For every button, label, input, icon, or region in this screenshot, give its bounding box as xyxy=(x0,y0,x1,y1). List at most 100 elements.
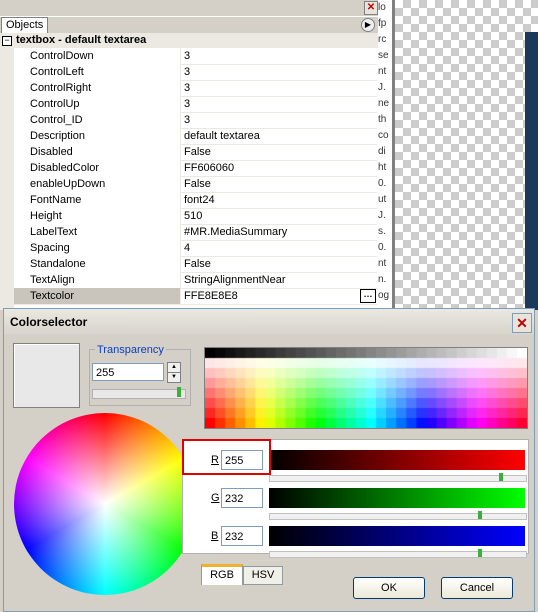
property-name: ControlRight xyxy=(14,80,181,96)
channel-gradient-r[interactable] xyxy=(269,450,525,470)
property-row[interactable]: ControlUp 3 xyxy=(14,96,377,113)
property-row[interactable]: DisabledColor FF606060 xyxy=(14,160,377,177)
strip-text: ne xyxy=(378,98,390,109)
property-value[interactable]: #MR.MediaSummary xyxy=(181,224,374,240)
collapse-icon[interactable]: − xyxy=(2,36,12,46)
property-row[interactable]: Textcolor FFE8E8E8 xyxy=(14,288,377,305)
channel-input-g[interactable]: 232 xyxy=(221,488,263,508)
tab-objects[interactable]: Objects xyxy=(1,17,49,33)
ellipsis-button[interactable]: … xyxy=(360,289,376,303)
property-row[interactable]: ControlRight 3 xyxy=(14,80,377,97)
property-value[interactable]: False xyxy=(181,256,374,272)
strip-text: og xyxy=(378,290,390,301)
property-row[interactable]: Description default textarea xyxy=(14,128,377,145)
dialog-title: Colorselector xyxy=(10,315,88,329)
channel-label: G xyxy=(211,492,220,504)
property-row[interactable]: FontName font24 xyxy=(14,192,377,209)
property-name: Height xyxy=(14,208,181,224)
property-row[interactable]: LabelText #MR.MediaSummary xyxy=(14,224,377,241)
property-gutter xyxy=(0,48,14,310)
property-row[interactable]: Disabled False xyxy=(14,144,377,161)
strip-text: nt xyxy=(378,66,387,77)
channel-slider-thumb[interactable] xyxy=(499,473,503,481)
property-row[interactable]: enableUpDown False xyxy=(14,176,377,193)
strip-text: th xyxy=(378,114,387,125)
objects-titlebar: ✕ xyxy=(0,0,378,16)
property-row[interactable]: ControlDown 3 xyxy=(14,48,377,65)
property-value[interactable]: 3 xyxy=(181,64,374,80)
property-value[interactable]: False xyxy=(181,144,374,160)
property-row[interactable]: ControlLeft 3 xyxy=(14,64,377,81)
channel-slider-thumb[interactable] xyxy=(478,549,482,557)
property-name: Control_ID xyxy=(14,112,181,128)
transparency-label: Transparency xyxy=(95,344,166,356)
channel-input-b[interactable]: 232 xyxy=(221,526,263,546)
property-value[interactable]: 4 xyxy=(181,240,374,256)
property-row[interactable]: Spacing 4 xyxy=(14,240,377,257)
strip-text: di xyxy=(378,146,386,157)
spin-down-icon[interactable]: ▼ xyxy=(167,372,181,383)
property-row[interactable]: TextAlign StringAlignmentNear xyxy=(14,272,377,289)
strip-text: n. xyxy=(378,274,387,285)
property-value[interactable]: StringAlignmentNear xyxy=(181,272,374,288)
close-icon[interactable]: ✕ xyxy=(512,313,532,333)
property-value[interactable]: FFE8E8E8 xyxy=(181,288,374,304)
transparency-spinner[interactable]: ▲ ▼ xyxy=(167,362,181,383)
canvas-element xyxy=(525,32,538,310)
channel-gradient-b[interactable] xyxy=(269,526,525,546)
property-group-title: textbox - default textarea xyxy=(16,34,147,46)
strip-text: se xyxy=(378,50,389,61)
ok-button[interactable]: OK xyxy=(353,577,425,599)
property-name: TextAlign xyxy=(14,272,181,288)
channel-label: B xyxy=(211,530,219,542)
color-palette[interactable] xyxy=(204,347,528,429)
property-value[interactable]: 3 xyxy=(181,80,374,96)
property-name: ControlDown xyxy=(14,48,181,64)
objects-tabbar: Objects ▶ xyxy=(0,17,378,34)
property-row[interactable]: Standalone False xyxy=(14,256,377,273)
property-name: Disabled xyxy=(14,144,181,160)
property-name: ControlLeft xyxy=(14,64,181,80)
transparency-slider[interactable] xyxy=(92,389,186,399)
strip-text: J. xyxy=(378,82,386,93)
tab-scroll-arrow-icon[interactable]: ▶ xyxy=(361,18,375,32)
tab-hsv[interactable]: HSV xyxy=(243,566,283,585)
color-preview xyxy=(13,343,80,408)
strip-text: fp xyxy=(378,18,387,29)
channel-slider-b[interactable] xyxy=(269,551,527,558)
property-value[interactable]: 510 xyxy=(181,208,374,224)
tab-rgb[interactable]: RGB xyxy=(201,564,243,585)
strip-text: co xyxy=(378,130,389,141)
dialog-titlebar: Colorselector ✕ xyxy=(4,309,534,335)
channel-slider-thumb[interactable] xyxy=(478,511,482,519)
close-icon[interactable]: ✕ xyxy=(364,1,378,15)
property-value[interactable]: 3 xyxy=(181,48,374,64)
strip-text: 0. xyxy=(378,178,387,189)
property-row[interactable]: Control_ID 3 xyxy=(14,112,377,129)
transparent-canvas xyxy=(395,0,538,310)
channel-gradient-g[interactable] xyxy=(269,488,525,508)
strip-text: J. xyxy=(378,210,386,221)
color-wheel[interactable] xyxy=(14,413,196,595)
channel-slider-g[interactable] xyxy=(269,513,527,520)
property-value[interactable]: FF606060 xyxy=(181,160,374,176)
property-value[interactable]: 3 xyxy=(181,96,374,112)
channel-slider-r[interactable] xyxy=(269,475,527,482)
transparency-slider-thumb[interactable] xyxy=(177,387,181,397)
property-name: Textcolor xyxy=(14,288,181,304)
text-strip: lo fp rc se nt J. ne th co di ht 0. ut J. s. 0. nt n. og xyxy=(378,0,392,310)
strip-text: ht xyxy=(378,162,387,173)
strip-text: ut xyxy=(378,194,387,205)
colorselector-dialog: Colorselector ✕ Transparency 255 ▲ ▼ R 25… xyxy=(3,308,535,612)
strip-text: rc xyxy=(378,34,387,45)
property-row[interactable]: Height 510 xyxy=(14,208,377,225)
property-value[interactable]: default textarea xyxy=(181,128,374,144)
property-name: DisabledColor xyxy=(14,160,181,176)
strip-text: s. xyxy=(378,226,386,237)
property-group-header[interactable]: − textbox - default textarea xyxy=(0,33,378,48)
property-value[interactable]: 3 xyxy=(181,112,374,128)
property-value[interactable]: False xyxy=(181,176,374,192)
transparency-input[interactable]: 255 xyxy=(92,363,164,381)
property-value[interactable]: font24 xyxy=(181,192,374,208)
cancel-button[interactable]: Cancel xyxy=(441,577,513,599)
